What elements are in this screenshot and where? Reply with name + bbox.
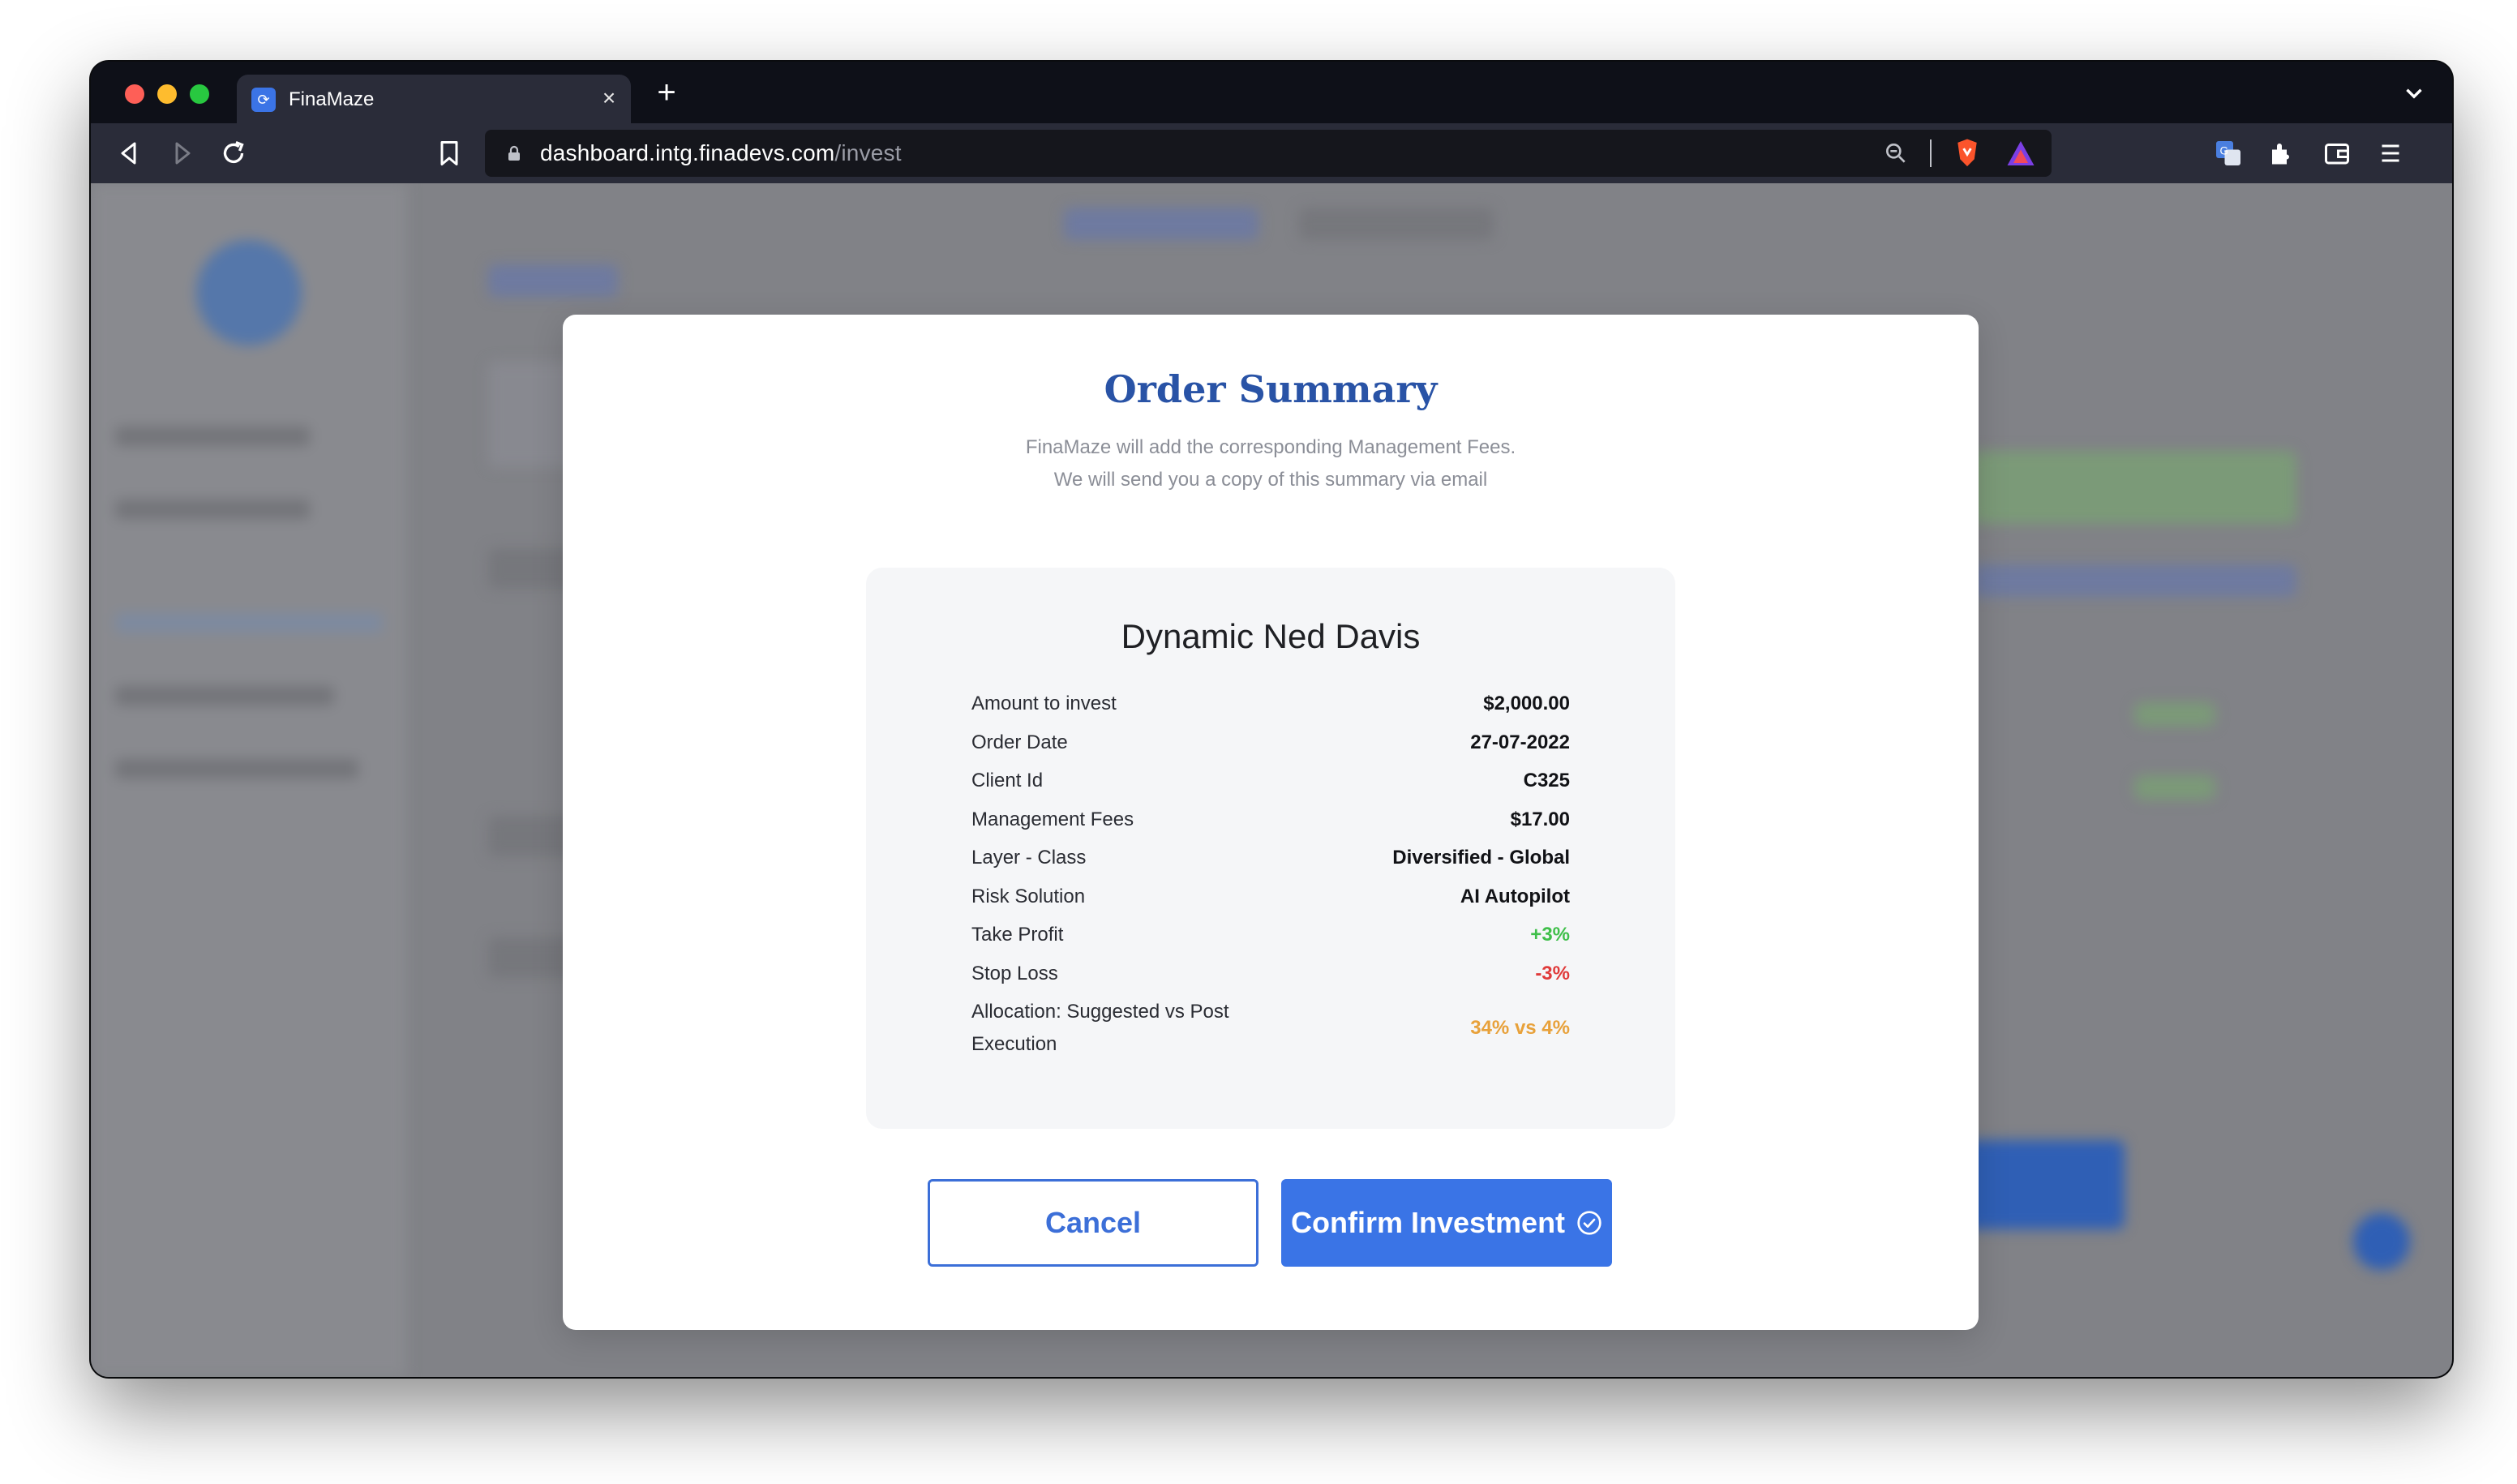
summary-row-stop-loss: Stop Loss -3%	[971, 958, 1570, 997]
url-text: dashboard.intg.finadevs.com/invest	[540, 141, 902, 165]
summary-row-risk-solution: Risk Solution AI Autopilot	[971, 881, 1570, 920]
summary-row-take-profit: Take Profit +3%	[971, 919, 1570, 958]
new-tab-button[interactable]: +	[650, 76, 683, 109]
row-value: +3%	[1530, 924, 1570, 946]
product-name: Dynamic Ned Davis	[1121, 617, 1421, 655]
row-label: Take Profit	[971, 924, 1064, 946]
confirm-investment-button[interactable]: Confirm Investment	[1281, 1179, 1612, 1267]
summary-rows: Amount to invest $2,000.00 Order Date 27…	[971, 688, 1570, 1061]
brave-rewards-icon[interactable]	[2006, 139, 2035, 167]
subtitle-line-2: We will send you a copy of this summary …	[1053, 469, 1488, 491]
summary-row-allocation: Allocation: Suggested vs Post Execution …	[971, 996, 1570, 1061]
close-window-button[interactable]	[125, 84, 144, 104]
row-label: Amount to invest	[971, 693, 1117, 714]
wallet-icon[interactable]	[2322, 139, 2352, 168]
address-bar[interactable]: dashboard.intg.finadevs.com/invest	[485, 130, 2052, 177]
brave-shield-icon[interactable]	[1953, 138, 1982, 169]
lock-icon	[508, 145, 520, 161]
tab-finamaze[interactable]: ⟳ FinaMaze ×	[237, 75, 631, 123]
minimize-window-button[interactable]	[157, 84, 177, 104]
divider	[1930, 139, 1932, 167]
tab-title: FinaMaze	[289, 88, 375, 110]
row-label: Risk Solution	[971, 885, 1086, 907]
order-summary-modal: Order Summary FinaMaze will add the corr…	[563, 315, 1979, 1330]
menu-icon[interactable]	[2376, 139, 2405, 168]
background-logo	[196, 240, 302, 345]
row-label: Management Fees	[971, 808, 1134, 830]
browser-window: ⟳ FinaMaze × + dashboard.intg.finadevs.c…	[91, 62, 2452, 1377]
row-value: Diversified - Global	[1392, 847, 1570, 869]
row-label: Allocation: Suggested vs Post Execution	[971, 1001, 1229, 1055]
back-icon[interactable]	[115, 139, 144, 168]
translate-icon[interactable]: G	[2214, 139, 2243, 168]
reload-icon[interactable]	[219, 139, 248, 168]
check-circle-icon	[1577, 1211, 1602, 1235]
row-label: Order Date	[971, 731, 1068, 753]
url-domain: dashboard.intg.finadevs.com	[540, 140, 835, 165]
row-value: $17.00	[1510, 808, 1570, 830]
extensions-icon[interactable]	[2267, 139, 2296, 168]
tab-close-icon[interactable]: ×	[597, 86, 621, 110]
maximize-window-button[interactable]	[190, 84, 209, 104]
row-value: $2,000.00	[1483, 693, 1570, 714]
row-value: -3%	[1535, 962, 1570, 984]
summary-card: Dynamic Ned Davis Amount to invest $2,00…	[866, 568, 1675, 1129]
summary-row-order-date: Order Date 27-07-2022	[971, 727, 1570, 766]
row-value: 27-07-2022	[1470, 731, 1570, 753]
forward-icon[interactable]	[167, 139, 196, 168]
svg-text:G: G	[2220, 145, 2229, 157]
page-content: Order Summary FinaMaze will add the corr…	[91, 183, 2452, 1377]
summary-row-client-id: Client Id C325	[971, 765, 1570, 804]
browser-toolbar: dashboard.intg.finadevs.com/invest G	[91, 123, 2452, 183]
summary-row-management-fees: Management Fees $17.00	[971, 804, 1570, 843]
confirm-investment-label: Confirm Investment	[1291, 1206, 1566, 1239]
bookmark-icon[interactable]	[435, 139, 464, 168]
row-value: 34% vs 4%	[1470, 1017, 1570, 1039]
summary-row-amount: Amount to invest $2,000.00	[971, 688, 1570, 727]
cancel-button[interactable]: Cancel	[928, 1179, 1258, 1267]
url-path: /invest	[834, 140, 902, 165]
modal-title: Order Summary	[1104, 367, 1438, 411]
zoom-out-icon[interactable]	[1883, 140, 1909, 166]
subtitle-line-1: FinaMaze will add the corresponding Mana…	[1025, 436, 1516, 458]
row-value: C325	[1523, 770, 1570, 791]
background-sidebar	[91, 183, 407, 1377]
tab-strip: ⟳ FinaMaze × +	[91, 62, 2452, 123]
modal-subtitle: FinaMaze will add the corresponding Mana…	[1017, 431, 1524, 496]
summary-row-layer-class: Layer - Class Diversified - Global	[971, 842, 1570, 881]
row-value: AI Autopilot	[1460, 885, 1570, 907]
row-label: Stop Loss	[971, 962, 1058, 984]
row-label: Layer - Class	[971, 847, 1087, 869]
row-label: Client Id	[971, 770, 1044, 791]
finamaze-favicon-icon: ⟳	[251, 88, 276, 112]
chevron-down-icon[interactable]	[2400, 79, 2428, 107]
